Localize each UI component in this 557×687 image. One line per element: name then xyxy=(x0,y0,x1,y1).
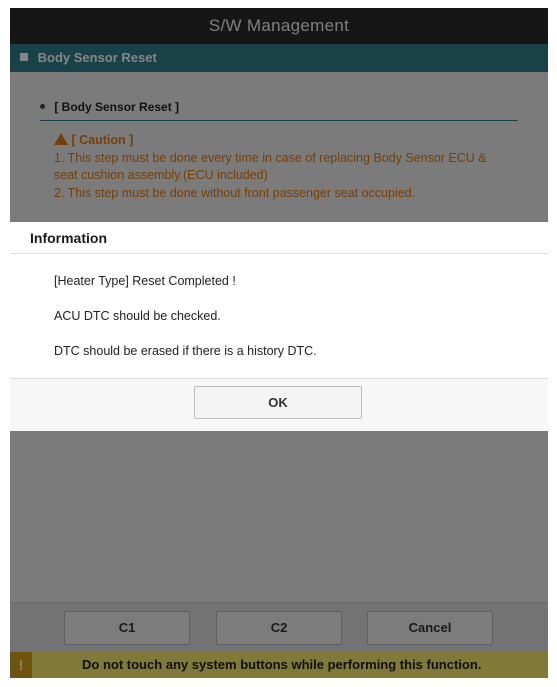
dialog-message-line-1: [Heater Type] Reset Completed ! xyxy=(54,274,236,288)
dialog-message-line-3: DTC should be erased if there is a histo… xyxy=(54,344,317,358)
ok-button[interactable]: OK xyxy=(194,386,362,419)
app-window: S/W Management Body Sensor Reset [ Body … xyxy=(10,8,548,678)
dialog-message-line-2: ACU DTC should be checked. xyxy=(54,309,221,323)
information-dialog: Information [Heater Type] Reset Complete… xyxy=(10,222,548,431)
dialog-title: Information xyxy=(10,222,548,254)
dialog-footer: OK xyxy=(10,379,548,431)
dialog-body: [Heater Type] Reset Completed ! ACU DTC … xyxy=(10,254,548,379)
